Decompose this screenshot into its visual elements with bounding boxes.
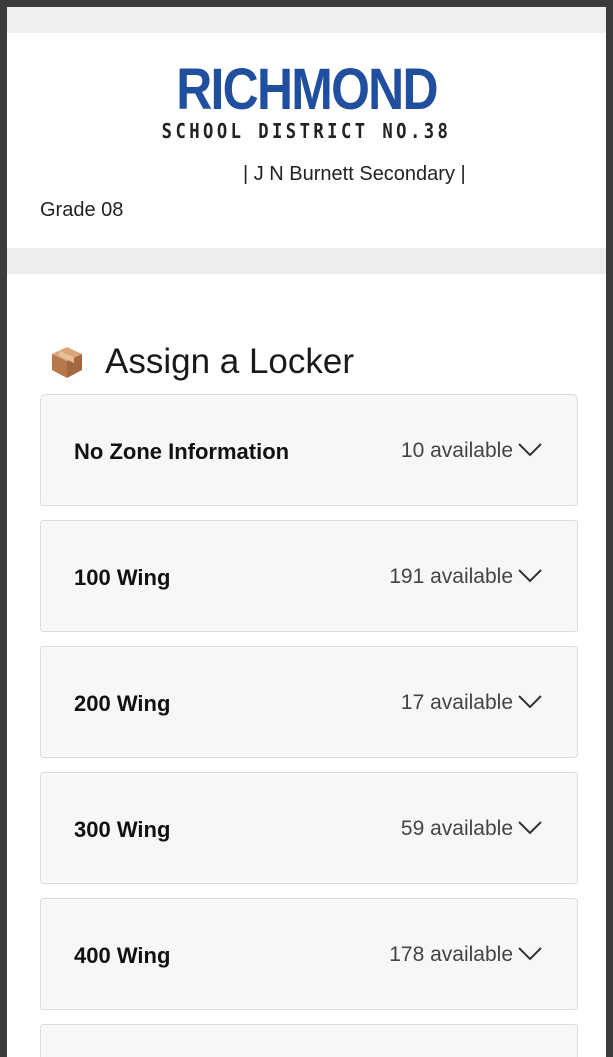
zone-item-no-zone[interactable]: No Zone Information 10 available (40, 394, 578, 506)
zone-availability: 59 available (400, 817, 513, 840)
zone-item-300-wing[interactable]: 300 Wing 59 available (40, 772, 578, 884)
zone-availability: 10 available (400, 439, 513, 462)
header-divider-band (7, 248, 606, 274)
page-title: Assign a Locker (105, 342, 355, 381)
zone-name: 300 Wing (74, 817, 171, 842)
logo-subtitle: SCHOOL DISTRICT NO.38 (161, 119, 452, 143)
zone-item-100-wing[interactable]: 100 Wing 191 available (40, 520, 578, 632)
zone-item-partial[interactable] (40, 1024, 578, 1057)
package-box-icon (52, 347, 82, 378)
chevron-down-icon[interactable] (517, 441, 543, 459)
zone-name: 200 Wing (74, 691, 171, 716)
chevron-down-icon[interactable] (517, 945, 543, 963)
school-name: | J N Burnett Secondary | (243, 163, 466, 185)
app-frame: RICHMOND SCHOOL DISTRICT NO.38 | J N Bur… (7, 7, 606, 1057)
top-band (7, 7, 606, 33)
zone-name: 400 Wing (74, 943, 171, 968)
zone-item-200-wing[interactable]: 200 Wing 17 available (40, 646, 578, 758)
page-header: RICHMOND SCHOOL DISTRICT NO.38 | J N Bur… (7, 33, 606, 248)
zone-name: No Zone Information (74, 439, 290, 464)
chevron-down-icon[interactable] (517, 819, 543, 837)
zone-name: 100 Wing (74, 565, 171, 590)
chevron-down-icon[interactable] (517, 567, 543, 585)
grade-label: Grade 08 (40, 199, 124, 221)
zone-item-400-wing[interactable]: 400 Wing 178 available (40, 898, 578, 1010)
district-logo: RICHMOND SCHOOL DISTRICT NO.38 (7, 57, 606, 144)
zone-availability: 17 available (400, 691, 513, 714)
chevron-down-icon[interactable] (517, 693, 543, 711)
section-heading: Assign a Locker (49, 340, 354, 384)
logo-wordmark: RICHMOND (176, 57, 438, 122)
zone-availability: 191 available (389, 565, 513, 588)
zone-availability: 178 available (389, 943, 513, 966)
zone-accordion: No Zone Information 10 available 100 Win… (40, 394, 578, 1057)
